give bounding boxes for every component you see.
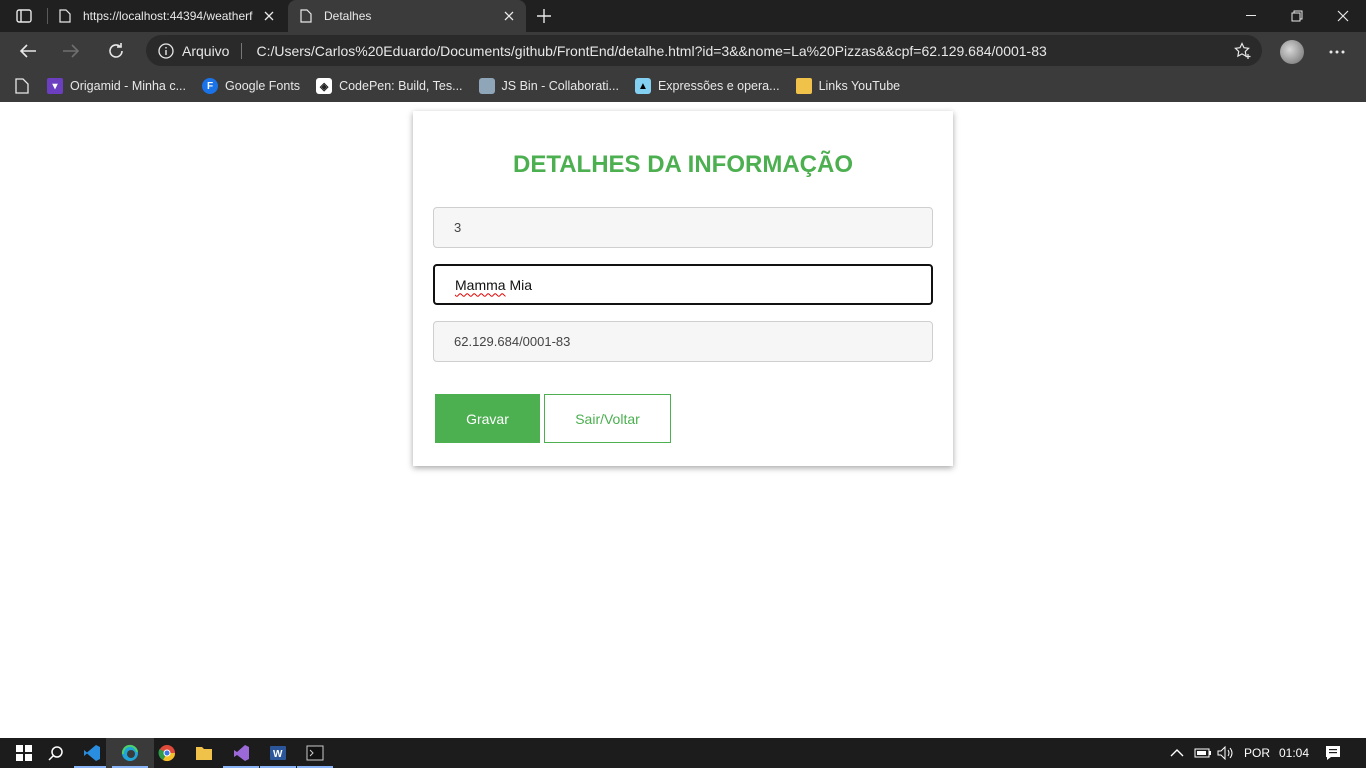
windows-taskbar: W POR 01:04 <box>0 738 1366 768</box>
folder-icon <box>795 78 812 94</box>
page-icon <box>300 9 312 23</box>
bookmark-label: Links YouTube <box>818 79 901 93</box>
name-value-rest: Mia <box>505 276 533 293</box>
codepen-icon: ◈ <box>316 78 333 94</box>
close-icon[interactable] <box>262 9 276 23</box>
name-field[interactable]: Mamma Mia <box>433 264 933 305</box>
id-value: 3 <box>454 220 462 235</box>
clock[interactable]: 01:04 <box>1279 738 1309 768</box>
origamid-icon: ▾ <box>47 78 63 94</box>
id-field[interactable]: 3 <box>433 207 933 248</box>
bookmark-jsbin[interactable]: JS Bin - Collaborati... <box>478 78 619 94</box>
bookmarks-bar: ▾ Origamid - Minha c... F Google Fonts ◈… <box>0 70 1366 102</box>
forward-arrow-icon[interactable] <box>57 37 85 65</box>
close-window-icon[interactable] <box>1320 0 1366 32</box>
bookmark-origamid[interactable]: ▾ Origamid - Minha c... <box>47 78 186 94</box>
bookmark-label: Google Fonts <box>225 79 301 93</box>
bookmark-codepen[interactable]: ◈ CodePen: Build, Tes... <box>316 78 463 94</box>
save-button[interactable]: Gravar <box>435 394 540 443</box>
close-icon[interactable] <box>502 9 516 23</box>
address-bar[interactable]: Arquivo C:/Users/Carlos%20Eduardo/Docume… <box>146 35 1262 66</box>
bookmark-label: Origamid - Minha c... <box>70 79 187 93</box>
file-icon[interactable] <box>15 78 29 94</box>
mdn-icon: ▲ <box>634 78 651 94</box>
language-indicator[interactable]: POR <box>1244 738 1270 768</box>
refresh-icon[interactable] <box>102 37 130 65</box>
google-fonts-icon: F <box>202 78 219 94</box>
page-title: DETALHES DA INFORMAÇÃO <box>513 151 853 178</box>
battery-icon[interactable] <box>1194 738 1212 768</box>
back-arrow-icon[interactable] <box>14 37 42 65</box>
bookmark-folder-youtube[interactable]: Links YouTube <box>795 78 901 94</box>
restore-icon[interactable] <box>1274 0 1320 32</box>
browser-toolbar: Arquivo C:/Users/Carlos%20Eduardo/Docume… <box>0 32 1366 70</box>
bookmark-label: Expressões e opera... <box>657 79 780 93</box>
cpf-field[interactable]: 62.129.684/0001-83 <box>433 321 933 362</box>
details-card: DETALHES DA INFORMAÇÃO 3 Mamma Mia 62.12… <box>413 111 953 466</box>
notifications-icon[interactable] <box>1325 738 1341 768</box>
show-hidden-icons-icon[interactable] <box>1170 738 1184 768</box>
bookmark-label: CodePen: Build, Tes... <box>339 79 463 93</box>
bookmark-label: JS Bin - Collaborati... <box>501 79 619 93</box>
name-value-spellcheck: Mamma <box>455 276 506 293</box>
cpf-value: 62.129.684/0001-83 <box>454 334 571 349</box>
back-button[interactable]: Sair/Voltar <box>544 394 671 443</box>
jsbin-icon <box>478 78 495 94</box>
url-text[interactable]: C:/Users/Carlos%20Eduardo/Documents/gith… <box>256 43 1046 59</box>
svg-text:W: W <box>273 749 283 760</box>
terminal-icon[interactable] <box>291 738 339 768</box>
bookmark-google-fonts[interactable]: F Google Fonts <box>202 78 300 94</box>
tab-title: Detalhes <box>324 9 372 23</box>
new-tab-icon[interactable] <box>533 6 555 26</box>
page-icon <box>59 9 71 23</box>
bookmark-mdn[interactable]: ▲ Expressões e opera... <box>634 78 780 94</box>
browser-titlebar: https://localhost:44394/weatherf Detalhe… <box>0 0 1366 32</box>
scheme-label: Arquivo <box>182 42 230 59</box>
tab-localhost[interactable]: https://localhost:44394/weatherf <box>47 0 286 32</box>
minimize-icon[interactable] <box>1228 0 1274 32</box>
volume-icon[interactable] <box>1217 738 1235 768</box>
tab-actions-icon[interactable] <box>10 6 38 26</box>
tab-detalhes[interactable]: Detalhes <box>288 0 526 32</box>
more-menu-icon[interactable] <box>1325 40 1349 64</box>
address-divider <box>241 42 243 59</box>
info-icon[interactable] <box>158 42 174 59</box>
favorites-star-icon[interactable] <box>1234 42 1252 60</box>
profile-avatar[interactable] <box>1280 40 1304 64</box>
tab-title: https://localhost:44394/weatherf <box>83 9 253 23</box>
